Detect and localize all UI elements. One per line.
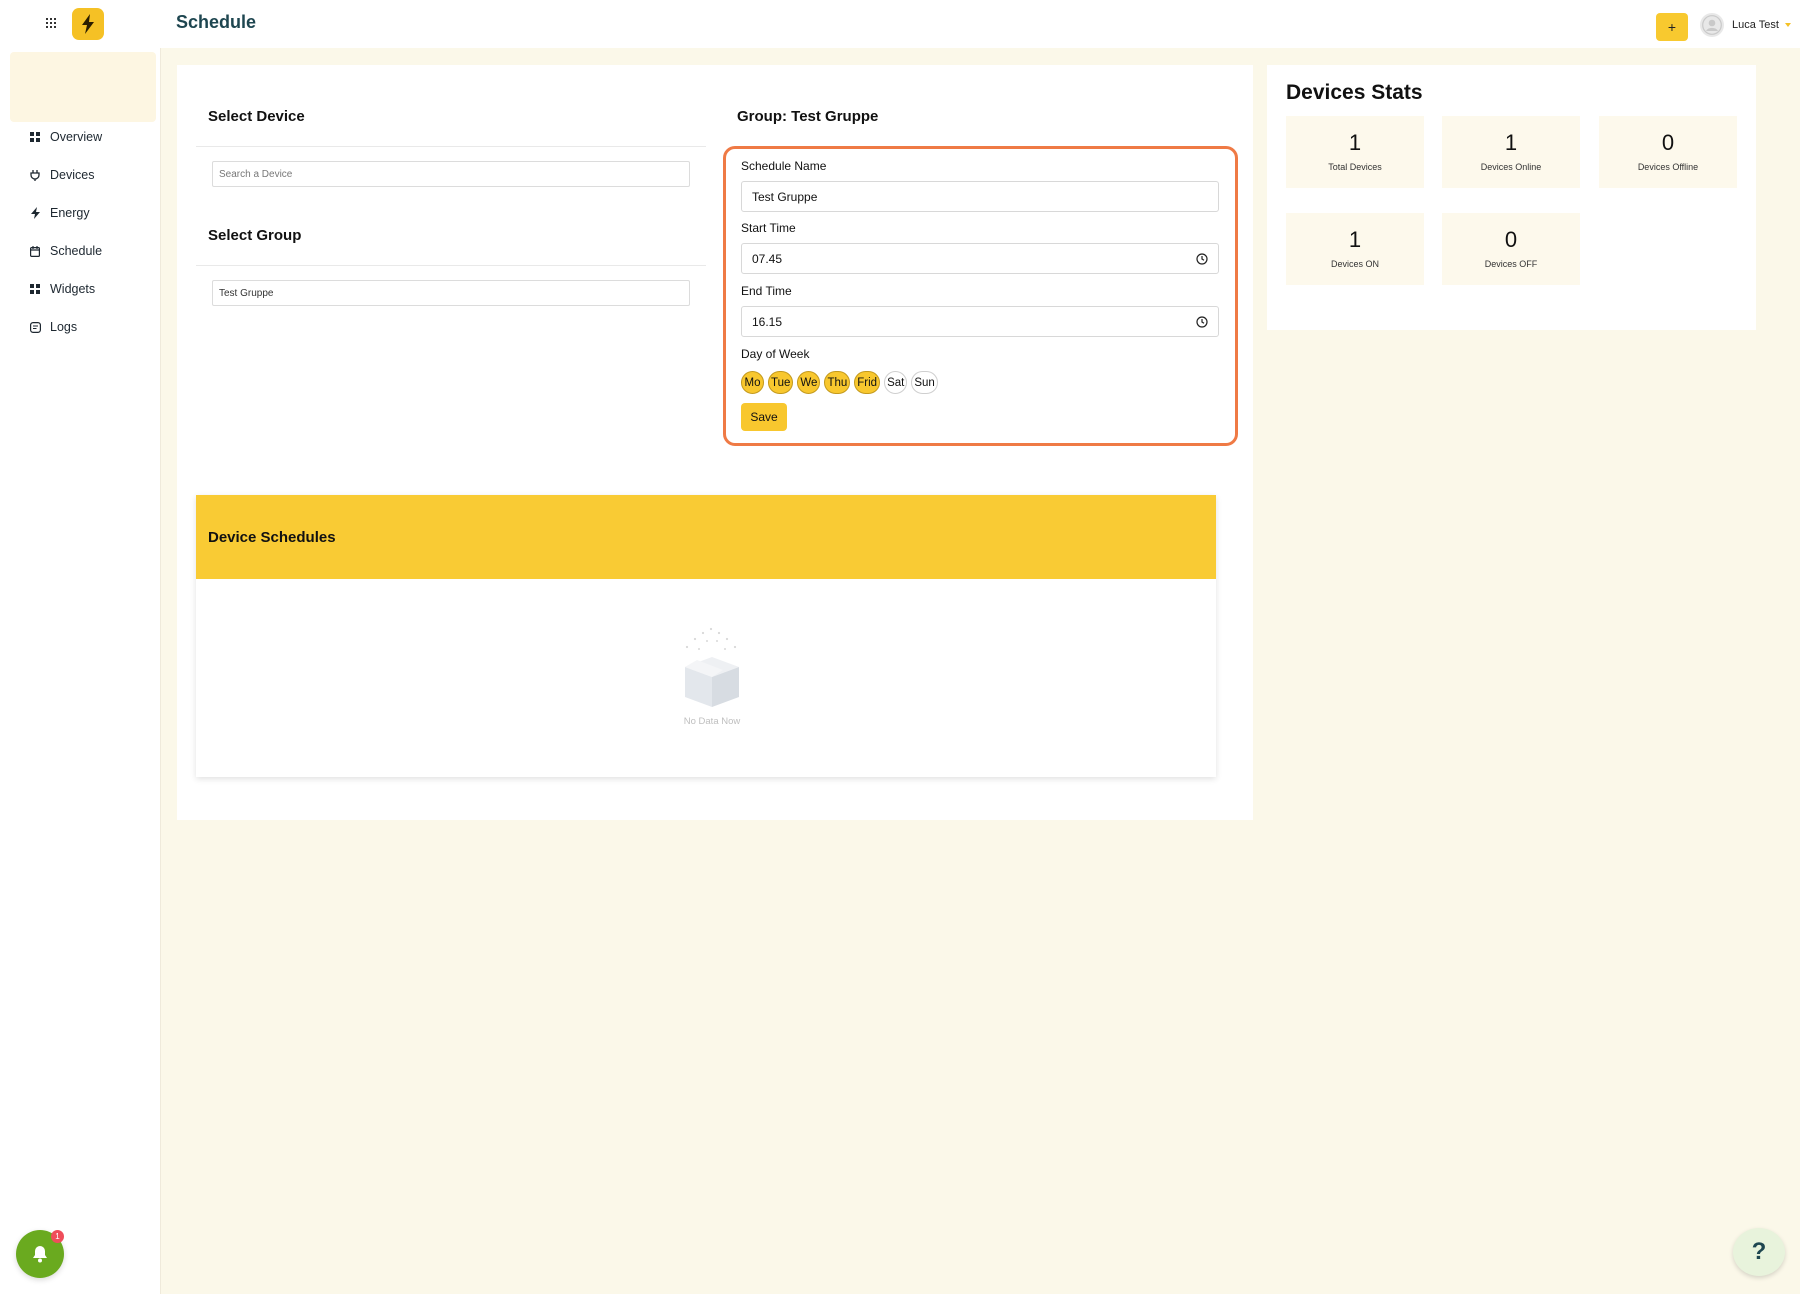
day-toggle-mo[interactable]: Mo bbox=[741, 371, 764, 394]
logs-icon bbox=[28, 320, 42, 334]
apps-grid-icon[interactable] bbox=[40, 12, 62, 34]
stat-devices-on: 1 Devices ON bbox=[1286, 213, 1424, 285]
end-time-value: 16.15 bbox=[752, 314, 783, 329]
stat-value: 0 bbox=[1661, 130, 1675, 155]
sidebar-item-devices[interactable]: Devices bbox=[0, 156, 160, 194]
start-time-label: Start Time bbox=[741, 221, 796, 235]
schedule-main-card: Select Device Search a Device Select Gro… bbox=[177, 65, 1253, 820]
user-name: Luca Test bbox=[1732, 19, 1779, 31]
calendar-icon bbox=[28, 244, 42, 258]
stat-value: 1 bbox=[1504, 130, 1518, 155]
schedule-form: Schedule Name Test Gruppe Start Time 07.… bbox=[723, 146, 1238, 446]
dashboard-icon bbox=[28, 130, 42, 144]
stat-label: Devices Offline bbox=[1637, 162, 1699, 172]
select-group-title: Select Group bbox=[208, 227, 302, 244]
group-select[interactable]: Test Gruppe bbox=[212, 280, 690, 306]
empty-box-icon bbox=[685, 627, 739, 707]
schedule-name-label: Schedule Name bbox=[741, 159, 827, 173]
stat-label: Devices Online bbox=[1480, 162, 1542, 172]
notification-count-badge: 1 bbox=[51, 1230, 64, 1243]
divider bbox=[196, 146, 706, 147]
sidebar-item-label: Overview bbox=[50, 130, 103, 144]
select-device-title: Select Device bbox=[208, 108, 305, 125]
brand-placeholder bbox=[10, 52, 156, 122]
chevron-down-icon bbox=[1784, 23, 1791, 27]
sidebar-item-schedule[interactable]: Schedule bbox=[0, 232, 160, 270]
clock-icon[interactable] bbox=[1196, 315, 1208, 328]
app-logo[interactable] bbox=[72, 8, 104, 40]
empty-state-text: No Data Now bbox=[683, 716, 741, 727]
start-time-input[interactable]: 07.45 bbox=[741, 243, 1219, 274]
end-time-input[interactable]: 16.15 bbox=[741, 306, 1219, 337]
save-button[interactable]: Save bbox=[741, 403, 787, 431]
start-time-value: 07.45 bbox=[752, 251, 783, 266]
day-of-week-label: Day of Week bbox=[741, 347, 810, 361]
stat-value: 0 bbox=[1504, 227, 1518, 252]
bell-icon bbox=[33, 1246, 47, 1263]
devices-stats-card: Devices Stats 1 Total Devices 1 Devices … bbox=[1267, 65, 1756, 330]
sidebar-item-energy[interactable]: Energy bbox=[0, 194, 160, 232]
stats-title: Devices Stats bbox=[1286, 81, 1423, 104]
stat-label: Devices OFF bbox=[1484, 259, 1538, 269]
stat-total-devices: 1 Total Devices bbox=[1286, 116, 1424, 188]
device-schedules-title: Device Schedules bbox=[196, 495, 1216, 579]
sidebar-item-label: Devices bbox=[50, 168, 95, 182]
stat-value: 1 bbox=[1348, 130, 1362, 155]
schedule-name-input[interactable]: Test Gruppe bbox=[741, 181, 1219, 212]
stat-label: Total Devices bbox=[1328, 162, 1382, 172]
day-toggle-sat[interactable]: Sat bbox=[884, 371, 908, 394]
sidebar-item-label: Widgets bbox=[50, 282, 96, 296]
divider bbox=[196, 265, 706, 266]
stat-devices-offline: 0 Devices Offline bbox=[1599, 116, 1737, 188]
end-time-label: End Time bbox=[741, 284, 792, 298]
sidebar-item-label: Schedule bbox=[50, 244, 103, 258]
sidebar-item-label: Logs bbox=[50, 320, 78, 334]
stat-value: 1 bbox=[1348, 227, 1362, 252]
sidebar: Overview Devices Energy Schedule Widgets bbox=[0, 0, 160, 1294]
group-title: Group: Test Gruppe bbox=[737, 108, 879, 125]
plug-icon bbox=[28, 168, 42, 182]
day-toggle-frid[interactable]: Frid bbox=[854, 371, 881, 394]
clock-icon[interactable] bbox=[1196, 252, 1208, 265]
widgets-icon bbox=[28, 282, 42, 296]
day-toggle-tue[interactable]: Tue bbox=[768, 371, 794, 394]
stat-devices-online: 1 Devices Online bbox=[1442, 116, 1580, 188]
sidebar-item-overview[interactable]: Overview bbox=[0, 118, 160, 156]
sidebar-nav: Overview Devices Energy Schedule Widgets bbox=[0, 118, 160, 346]
device-schedules-panel: Device Schedules No Data Now bbox=[196, 495, 1216, 777]
stat-label: Devices ON bbox=[1330, 259, 1379, 269]
day-of-week-picker: Mo Tue We Thu Frid Sat Sun bbox=[741, 371, 938, 394]
sidebar-item-widgets[interactable]: Widgets bbox=[0, 270, 160, 308]
stat-devices-off: 0 Devices OFF bbox=[1442, 213, 1580, 285]
top-bar: Schedule + Luca Test bbox=[160, 0, 1800, 48]
lightning-icon bbox=[28, 206, 42, 220]
schedule-name-value: Test Gruppe bbox=[752, 189, 818, 204]
lightning-logo-icon bbox=[82, 14, 94, 34]
empty-state: No Data Now bbox=[672, 627, 752, 727]
user-menu[interactable]: Luca Test bbox=[1700, 12, 1791, 38]
device-search-input[interactable]: Search a Device bbox=[212, 161, 690, 187]
day-toggle-thu[interactable]: Thu bbox=[824, 371, 851, 394]
page-title: Schedule bbox=[176, 12, 257, 32]
avatar bbox=[1700, 13, 1724, 37]
sidebar-item-logs[interactable]: Logs bbox=[0, 308, 160, 346]
sidebar-item-label: Energy bbox=[50, 206, 90, 220]
help-button[interactable]: ? bbox=[1733, 1228, 1785, 1276]
day-toggle-we[interactable]: We bbox=[797, 371, 821, 394]
user-icon bbox=[1702, 15, 1722, 35]
day-toggle-sun[interactable]: Sun bbox=[911, 371, 938, 394]
add-button[interactable]: + bbox=[1656, 13, 1688, 41]
